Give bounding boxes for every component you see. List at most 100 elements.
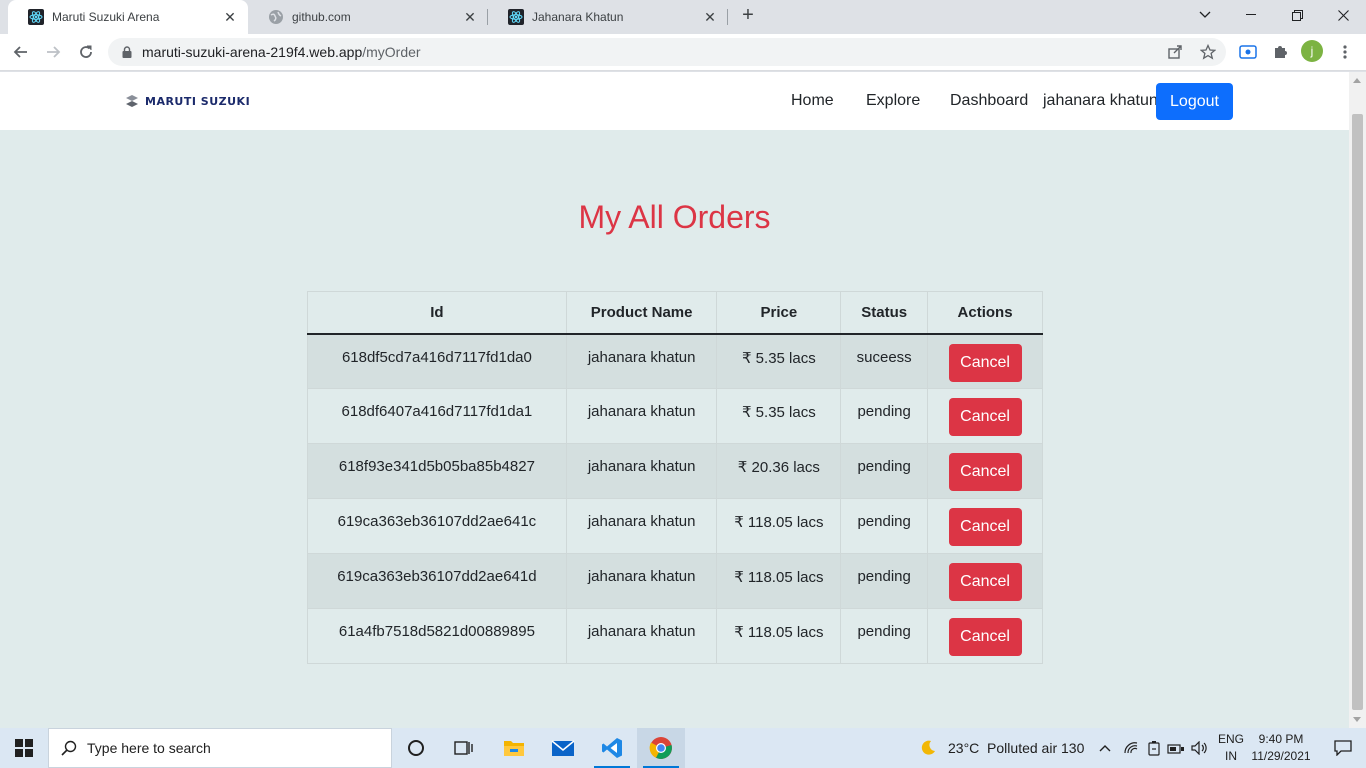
vscode-icon (602, 738, 622, 758)
volume-icon[interactable] (1190, 738, 1210, 758)
actions-cell: Cancel (927, 443, 1043, 499)
file-explorer-button[interactable] (490, 728, 538, 768)
vscode-button[interactable] (588, 728, 636, 768)
new-tab-button[interactable]: + (737, 5, 759, 27)
close-icon[interactable]: ✕ (222, 9, 238, 25)
cancel-button[interactable]: Cancel (948, 453, 1022, 491)
table-header-row: Id Product Name Price Status Actions (307, 291, 1043, 335)
reload-icon (80, 45, 92, 58)
actions-cell: Cancel (927, 553, 1043, 609)
scroll-down-arrow-icon[interactable] (1353, 717, 1361, 722)
input-language-indicator[interactable]: ENG IN (1214, 731, 1248, 765)
profile-avatar[interactable]: j (1301, 40, 1323, 62)
mail-button[interactable] (539, 728, 587, 768)
wifi-icon[interactable] (1121, 738, 1141, 758)
close-window-button[interactable] (1320, 0, 1366, 30)
page-title: My All Orders (578, 199, 771, 235)
windows-logo-icon (15, 739, 33, 757)
chrome-button[interactable] (637, 728, 685, 768)
page-scrollbar[interactable] (1349, 72, 1366, 728)
react-icon (508, 9, 524, 25)
task-view-button[interactable] (440, 728, 488, 768)
actions-cell: Cancel (927, 608, 1043, 664)
tab-search-button[interactable] (1182, 0, 1228, 30)
lock-icon (122, 46, 132, 58)
close-icon (1337, 9, 1349, 21)
address-bar[interactable]: maruti-suzuki-arena-219f4.web.app/myOrde… (108, 38, 1226, 66)
product-name: jahanara khatun (565, 553, 718, 609)
nav-dashboard[interactable]: Dashboard (950, 92, 1028, 110)
restore-button[interactable] (1274, 0, 1320, 30)
clock-date: 11/29/2021 (1251, 749, 1311, 763)
logout-button[interactable]: Logout (1156, 83, 1233, 120)
chevron-up-icon[interactable] (1095, 738, 1115, 758)
tab-maruti-suzuki-arena[interactable]: Maruti Suzuki Arena ✕ (8, 0, 248, 34)
globe-icon (268, 9, 284, 25)
order-status: pending (840, 553, 929, 609)
tab-separator (727, 9, 728, 25)
cancel-button[interactable]: Cancel (948, 508, 1022, 546)
arrow-right-icon (47, 46, 61, 58)
taskbar-search-box[interactable]: Type here to search (48, 728, 392, 768)
url-host: maruti-suzuki-arena-219f4.web.app (142, 44, 363, 60)
minimize-button[interactable] (1228, 0, 1274, 30)
close-icon[interactable]: ✕ (702, 9, 718, 25)
brand-logo[interactable]: MARUTI SUZUKI (124, 94, 250, 108)
tab-github[interactable]: github.com ✕ (248, 0, 488, 34)
browser-toolbar: maruti-suzuki-arena-219f4.web.app/myOrde… (0, 34, 1366, 71)
scroll-up-arrow-icon[interactable] (1353, 78, 1361, 83)
screencast-icon[interactable] (1237, 41, 1259, 63)
start-button[interactable] (0, 728, 48, 768)
network-icon[interactable] (1166, 738, 1186, 758)
order-id: 618f93e341d5b05ba85b4827 (307, 443, 567, 499)
task-view-icon (454, 741, 473, 755)
table-row: 618f93e341d5b05ba85b4827 jahanara khatun… (307, 443, 1043, 499)
nav-explore[interactable]: Explore (866, 92, 920, 110)
cortana-circle-icon (408, 740, 424, 756)
order-price: ₹ 5.35 lacs (716, 388, 842, 444)
kebab-menu-icon[interactable] (1334, 41, 1356, 63)
region-code: IN (1225, 749, 1237, 763)
scrollbar-thumb[interactable] (1352, 114, 1363, 710)
folder-icon (504, 741, 524, 756)
forward-button[interactable] (40, 39, 66, 65)
browser-tab-strip: Maruti Suzuki Arena ✕ github.com ✕ Jahan… (0, 0, 1366, 34)
cortana-button[interactable] (392, 728, 440, 768)
action-center-button[interactable] (1320, 728, 1366, 768)
order-id: 618df6407a416d7117fd1da1 (307, 388, 567, 444)
order-price: ₹ 5.35 lacs (716, 333, 842, 389)
product-name: jahanara khatun (565, 608, 718, 664)
tab-title: Maruti Suzuki Arena (52, 10, 160, 24)
bookmark-star-icon[interactable] (1197, 41, 1219, 63)
moon-weather-icon (918, 738, 938, 758)
extensions-puzzle-icon[interactable] (1269, 41, 1291, 63)
chrome-icon (649, 737, 672, 759)
cancel-button[interactable]: Cancel (948, 618, 1022, 656)
cancel-button[interactable]: Cancel (948, 398, 1022, 436)
order-id: 619ca363eb36107dd2ae641c (307, 498, 567, 554)
table-row: 619ca363eb36107dd2ae641d jahanara khatun… (307, 553, 1043, 609)
order-id: 618df5cd7a416d7117fd1da0 (307, 333, 567, 389)
table-row: 619ca363eb36107dd2ae641c jahanara khatun… (307, 498, 1043, 554)
cancel-button[interactable]: Cancel (948, 343, 1022, 382)
product-name: jahanara khatun (565, 388, 718, 444)
cancel-button[interactable]: Cancel (948, 563, 1022, 601)
order-status: suceess (840, 333, 929, 389)
windows-taskbar: Type here to search 23°C Polluted air 13… (0, 728, 1366, 768)
tab-jahanara-khatun[interactable]: Jahanara Khatun ✕ (488, 0, 728, 34)
reload-button[interactable] (73, 39, 99, 65)
search-icon (61, 740, 77, 756)
back-button[interactable] (8, 39, 34, 65)
arrow-left-icon (13, 46, 27, 58)
table-row: 61a4fb7518d5821d00889895 jahanara khatun… (307, 608, 1043, 664)
nav-home[interactable]: Home (791, 92, 834, 110)
close-icon[interactable]: ✕ (462, 9, 478, 25)
weather-widget[interactable]: 23°C Polluted air 130 (948, 740, 1084, 756)
taskbar-clock[interactable]: 9:40 PM 11/29/2021 (1246, 731, 1316, 765)
battery-saver-icon[interactable] (1144, 738, 1164, 758)
site-navbar: MARUTI SUZUKI Home Explore Dashboard jah… (0, 72, 1349, 130)
order-id: 619ca363eb36107dd2ae641d (307, 553, 567, 609)
share-icon[interactable] (1164, 41, 1186, 63)
mail-icon (551, 740, 575, 756)
order-status: pending (840, 443, 929, 499)
